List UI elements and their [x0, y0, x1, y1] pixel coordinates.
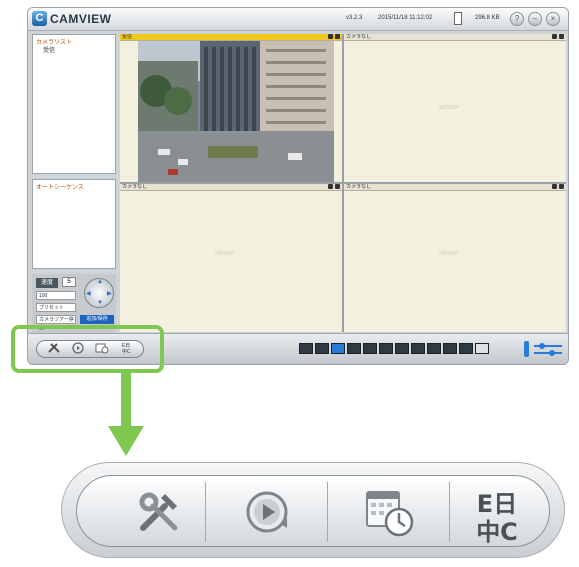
cell-title: カメラなし	[346, 34, 372, 40]
camera-cell-2[interactable]: カメラなし viewer	[344, 34, 566, 182]
camera-cell-3[interactable]: カメラなし viewer	[120, 184, 342, 332]
playback-icon	[246, 491, 288, 533]
arrow-head	[108, 426, 144, 456]
layout-4-active-button[interactable]	[331, 343, 345, 354]
cell-watermark: viewer	[215, 250, 236, 257]
cell-option-icon[interactable]	[552, 34, 557, 39]
schedule-button-large[interactable]	[339, 476, 439, 548]
arrow-shaft	[121, 372, 131, 428]
auto-sequence-panel: オートシーケンス	[32, 179, 116, 269]
cell-header: カメラなし	[120, 184, 342, 191]
cell-watermark: viewer	[439, 104, 460, 111]
layout-grid-button[interactable]	[459, 343, 473, 354]
minimize-icon[interactable]: –	[528, 12, 542, 26]
playback-button-large[interactable]	[217, 476, 317, 548]
separator	[327, 482, 328, 542]
zoom-field[interactable]: 100	[36, 291, 76, 300]
preset-select[interactable]: プリセット	[36, 303, 76, 312]
cell-close-icon[interactable]	[335, 34, 340, 39]
cell-header: カメラなし	[344, 184, 566, 191]
camera-feed-image	[138, 41, 334, 182]
cell-title: 受信	[122, 34, 133, 40]
camera-group-item[interactable]: 受信	[43, 45, 55, 54]
layout-4-button[interactable]	[315, 343, 329, 354]
help-icon[interactable]: ?	[510, 12, 524, 26]
language-button-large[interactable]: E日 中C	[459, 476, 535, 548]
tour-field[interactable]: カメラツアー停止	[36, 315, 76, 331]
layout-1-button[interactable]	[299, 343, 313, 354]
datetime-label: 2015/11/18 11:12:02	[378, 15, 433, 21]
cell-close-icon[interactable]	[559, 184, 564, 189]
cell-option-icon[interactable]	[328, 34, 333, 39]
layout-6-button[interactable]	[347, 343, 361, 354]
layout-10-button[interactable]	[395, 343, 409, 354]
cell-close-icon[interactable]	[559, 34, 564, 39]
enlarged-toolbar: E日 中C	[61, 462, 565, 558]
audio-volume-icon[interactable]	[522, 338, 564, 360]
layout-16-button[interactable]	[427, 343, 441, 354]
add-save-button[interactable]: 追加/保存	[80, 315, 114, 324]
memory-icon	[454, 12, 462, 25]
cell-title: カメラなし	[122, 184, 148, 190]
speed-select[interactable]: 5	[62, 277, 76, 287]
auto-sequence-title: オートシーケンス	[36, 185, 84, 191]
language-label-bottom: 中C	[476, 518, 518, 546]
ptz-joystick[interactable]: ▲ ▼ ◀ ▶	[84, 278, 114, 308]
fullscreen-button[interactable]	[475, 343, 489, 354]
cell-title: カメラなし	[346, 184, 372, 190]
enlarged-pill-inner: E日 中C	[76, 475, 550, 547]
camera-cell-4[interactable]: カメラなし viewer	[344, 184, 566, 332]
cell-option-icon[interactable]	[552, 184, 557, 189]
camera-list-panel: カメラリスト 受信	[32, 34, 116, 174]
enlarged-pill-outer: E日 中C	[61, 462, 565, 558]
close-icon[interactable]: ×	[546, 12, 560, 26]
cell-header: カメラなし	[344, 34, 566, 41]
layout-9-button[interactable]	[379, 343, 393, 354]
speed-label: 速度	[36, 278, 58, 288]
settings-button-large[interactable]	[117, 476, 199, 548]
camera-cell-1[interactable]: 受信	[120, 34, 342, 182]
separator	[449, 482, 450, 542]
highlight-box	[11, 325, 164, 373]
app-brand: CAMVIEW	[50, 12, 112, 26]
camview-window: C CAMVIEW v3.2.3 2015/11/18 11:12:02 296…	[27, 7, 569, 365]
cell-watermark: viewer	[439, 250, 460, 257]
speed-label: 296.8 KB	[475, 15, 500, 21]
layout-8-button[interactable]	[363, 343, 377, 354]
schedule-icon	[366, 491, 414, 537]
title-bar: C CAMVIEW v3.2.3 2015/11/18 11:12:02 296…	[28, 8, 568, 31]
tools-icon	[139, 492, 178, 531]
separator	[205, 482, 206, 542]
layout-13-button[interactable]	[411, 343, 425, 354]
cell-option-icon[interactable]	[328, 184, 333, 189]
cell-header: 受信	[120, 34, 342, 41]
camview-logo: C	[32, 11, 47, 26]
camera-grid: 受信 カメラなし viewer カメラなし viewer カメラなし viewe…	[120, 34, 566, 332]
version-label: v3.2.3	[346, 15, 363, 21]
cell-close-icon[interactable]	[335, 184, 340, 189]
layout-alt-button[interactable]	[443, 343, 457, 354]
